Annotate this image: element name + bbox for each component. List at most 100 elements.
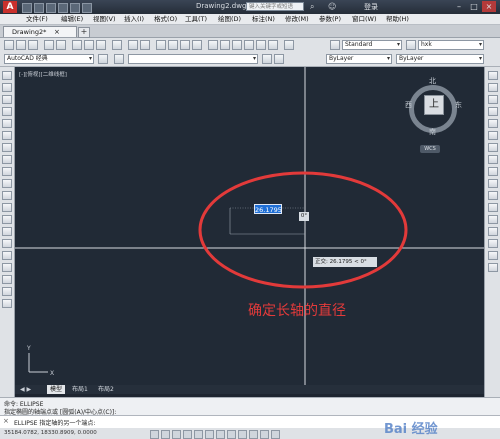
- undo-icon[interactable]: [128, 40, 138, 50]
- transparency-icon[interactable]: [271, 430, 280, 439]
- polygon-icon[interactable]: [2, 107, 12, 116]
- design-center-icon[interactable]: [220, 40, 230, 50]
- dim-style-icon[interactable]: [406, 40, 416, 50]
- workspace-settings-icon[interactable]: [98, 54, 108, 64]
- menu-edit[interactable]: 编辑(E): [61, 14, 83, 24]
- menu-tools[interactable]: 工具(T): [185, 14, 207, 24]
- object-snap-icon[interactable]: [205, 430, 214, 439]
- markup-icon[interactable]: [256, 40, 266, 50]
- new-file-icon[interactable]: [22, 3, 32, 13]
- construction-line-icon[interactable]: [2, 83, 12, 92]
- infer-constraints-icon[interactable]: [150, 430, 159, 439]
- cut-icon[interactable]: [72, 40, 82, 50]
- minimize-button[interactable]: –: [452, 1, 466, 12]
- tab-layout2[interactable]: 布局2: [95, 385, 117, 394]
- compass-north-label[interactable]: 北: [429, 76, 436, 86]
- ellipse-arc-icon[interactable]: [2, 191, 12, 200]
- autocad-logo-icon[interactable]: A: [3, 1, 17, 13]
- erase-icon[interactable]: [488, 71, 498, 80]
- preview-icon[interactable]: [56, 40, 66, 50]
- chamfer-icon[interactable]: [488, 239, 498, 248]
- layer-previous-icon[interactable]: [274, 54, 284, 64]
- rotate-icon[interactable]: [488, 143, 498, 152]
- workspace-select[interactable]: AutoCAD 经典 ▾: [4, 54, 94, 64]
- dynamic-input-field[interactable]: 26.1795: [254, 204, 282, 214]
- lineweight-icon[interactable]: [260, 430, 269, 439]
- redo-icon[interactable]: [82, 3, 92, 13]
- array-icon[interactable]: [488, 119, 498, 128]
- scale-icon[interactable]: [488, 155, 498, 164]
- break-at-point-icon[interactable]: [488, 203, 498, 212]
- linetype-select[interactable]: ByLayer ▾: [396, 54, 484, 64]
- copy-object-icon[interactable]: [488, 83, 498, 92]
- viewport-controls-label[interactable]: [-][俯视][二维线框]: [19, 70, 67, 78]
- circle-icon[interactable]: [2, 143, 12, 152]
- search-input[interactable]: 键入关键字或短语: [246, 2, 304, 11]
- insert-block-icon[interactable]: [2, 203, 12, 212]
- tab-drawing2[interactable]: Drawing2* ×: [3, 26, 77, 37]
- explode-icon[interactable]: [488, 263, 498, 272]
- menu-dimension[interactable]: 标注(N): [252, 14, 275, 24]
- tool-palettes-icon[interactable]: [232, 40, 242, 50]
- dynamic-input-icon[interactable]: [249, 430, 258, 439]
- zoom-realtime-icon[interactable]: [168, 40, 178, 50]
- calculator-icon[interactable]: [268, 40, 278, 50]
- polar-tracking-icon[interactable]: [194, 430, 203, 439]
- search-icon[interactable]: ⌕: [310, 2, 314, 12]
- trim-icon[interactable]: [488, 179, 498, 188]
- redo-icon[interactable]: [140, 40, 150, 50]
- spline-icon[interactable]: [2, 167, 12, 176]
- layer-select[interactable]: ▾: [128, 54, 258, 64]
- wcs-menu-button[interactable]: WCS: [420, 145, 440, 153]
- save-icon[interactable]: [28, 40, 38, 50]
- new-tab-button[interactable]: +: [78, 27, 90, 38]
- multiline-text-icon[interactable]: [2, 287, 12, 296]
- compass-west-label[interactable]: 西: [405, 100, 412, 110]
- viewcube-top-face[interactable]: 上: [424, 95, 444, 115]
- properties-icon[interactable]: [208, 40, 218, 50]
- region-icon[interactable]: [2, 263, 12, 272]
- help-icon[interactable]: [284, 40, 294, 50]
- menu-help[interactable]: 帮助(H): [386, 14, 409, 24]
- match-properties-icon[interactable]: [112, 40, 122, 50]
- zoom-window-icon[interactable]: [180, 40, 190, 50]
- ortho-mode-icon[interactable]: [183, 430, 192, 439]
- command-close-icon[interactable]: ×: [3, 417, 9, 425]
- polyline-icon[interactable]: [2, 95, 12, 104]
- menu-view[interactable]: 视图(V): [93, 14, 116, 24]
- point-icon[interactable]: [2, 227, 12, 236]
- open-icon[interactable]: [16, 40, 26, 50]
- add-selected-icon[interactable]: [2, 299, 12, 308]
- print-icon[interactable]: [58, 3, 68, 13]
- object-snap-tracking-icon[interactable]: [227, 430, 236, 439]
- menu-draw[interactable]: 绘图(D): [218, 14, 241, 24]
- color-select[interactable]: ByLayer ▾: [326, 54, 392, 64]
- arc-icon[interactable]: [2, 131, 12, 140]
- print-icon[interactable]: [44, 40, 54, 50]
- dynamic-ucs-icon[interactable]: [238, 430, 247, 439]
- gradient-icon[interactable]: [2, 251, 12, 260]
- text-style-select[interactable]: Standard ▾: [342, 40, 402, 50]
- revision-cloud-icon[interactable]: [2, 155, 12, 164]
- menu-parametric[interactable]: 参数(P): [319, 14, 341, 24]
- menu-insert[interactable]: 插入(I): [124, 14, 144, 24]
- menu-file[interactable]: 文件(F): [26, 14, 48, 24]
- undo-icon[interactable]: [70, 3, 80, 13]
- zoom-previous-icon[interactable]: [192, 40, 202, 50]
- user-icon[interactable]: ☺: [328, 2, 336, 11]
- move-icon[interactable]: [488, 131, 498, 140]
- line-icon[interactable]: [2, 71, 12, 80]
- open-file-icon[interactable]: [34, 3, 44, 13]
- save-icon[interactable]: [46, 3, 56, 13]
- menu-modify[interactable]: 修改(M): [285, 14, 309, 24]
- offset-icon[interactable]: [488, 107, 498, 116]
- tab-scroll-arrows[interactable]: ◀ ▶: [17, 385, 34, 394]
- copy-icon[interactable]: [84, 40, 94, 50]
- hatch-icon[interactable]: [2, 239, 12, 248]
- grid-display-icon[interactable]: [172, 430, 181, 439]
- break-icon[interactable]: [488, 215, 498, 224]
- login-link[interactable]: 登录: [364, 2, 378, 12]
- maximize-button[interactable]: □: [467, 1, 481, 12]
- rectangle-icon[interactable]: [2, 119, 12, 128]
- make-current-layer-icon[interactable]: [262, 54, 272, 64]
